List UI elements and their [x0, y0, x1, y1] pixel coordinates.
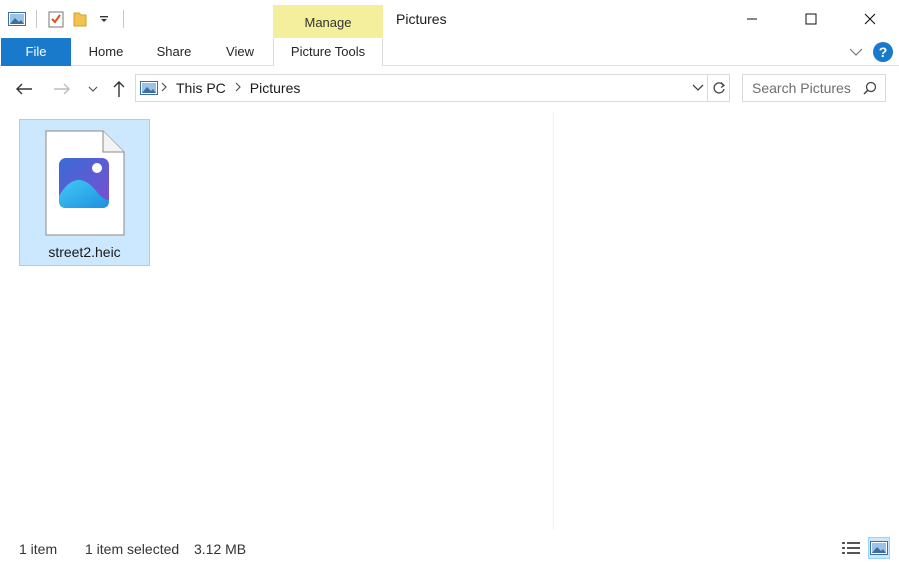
large-icons-view-button[interactable] — [868, 537, 890, 559]
search-box[interactable] — [742, 74, 886, 102]
breadcrumb-chevron-icon[interactable] — [160, 81, 168, 95]
pictures-location-icon — [140, 81, 158, 95]
window-controls — [722, 0, 899, 38]
refresh-icon — [712, 82, 725, 94]
tab-share[interactable]: Share — [146, 38, 202, 66]
file-item[interactable]: street2.heic — [19, 119, 150, 266]
help-icon[interactable]: ? — [873, 42, 893, 62]
status-selection: 1 item selected — [85, 541, 180, 557]
pictures-folder-icon[interactable] — [8, 10, 26, 28]
new-folder-icon[interactable] — [71, 10, 89, 28]
title-bar: Manage Pictures — [0, 0, 899, 38]
refresh-button[interactable] — [708, 74, 730, 102]
window-title: Pictures — [396, 11, 447, 27]
details-view-icon — [842, 542, 860, 554]
address-bar[interactable]: This PC Pictures — [135, 74, 708, 102]
maximize-icon — [805, 13, 816, 25]
status-item-count: 1 item — [19, 541, 58, 557]
status-bar: 1 item 1 item selected 3.12 MB — [0, 531, 899, 564]
address-history-dropdown-icon[interactable] — [688, 74, 708, 102]
tab-home[interactable]: Home — [76, 38, 136, 66]
breadcrumb-pictures[interactable]: Pictures — [250, 80, 301, 96]
status-size: 3.12 MB — [194, 541, 247, 557]
maximize-button[interactable] — [781, 0, 840, 38]
ribbon-right-controls: ? — [849, 42, 893, 62]
tab-picture-tools[interactable]: Picture Tools — [273, 38, 383, 66]
tab-view[interactable]: View — [214, 38, 266, 66]
breadcrumb-this-pc[interactable]: This PC — [176, 80, 226, 96]
close-icon — [864, 13, 875, 25]
manage-context-tab[interactable]: Manage — [273, 5, 383, 38]
close-button[interactable] — [840, 0, 899, 38]
quick-access-toolbar — [8, 9, 128, 29]
qat-separator — [123, 10, 124, 28]
recent-dropdown-icon[interactable] — [84, 79, 102, 99]
large-icons-view-icon — [870, 541, 888, 555]
minimize-button[interactable] — [722, 0, 781, 38]
heic-image-file-icon — [45, 130, 125, 239]
customize-dropdown-icon[interactable] — [95, 10, 113, 28]
expand-ribbon-chevron-icon[interactable] — [849, 45, 863, 60]
ribbon-tabs: File Home Share View Picture Tools ? — [0, 38, 899, 66]
details-view-button[interactable] — [840, 537, 862, 559]
up-arrow-icon[interactable] — [109, 79, 129, 99]
breadcrumb-chevron-icon[interactable] — [234, 81, 242, 95]
search-icon[interactable] — [863, 81, 877, 98]
file-name: street2.heic — [48, 244, 121, 260]
search-input[interactable] — [752, 80, 860, 96]
properties-check-icon[interactable] — [47, 10, 65, 28]
qat-separator — [36, 10, 37, 28]
back-arrow-icon[interactable] — [14, 79, 34, 99]
forward-arrow-icon[interactable] — [52, 79, 72, 99]
tab-file[interactable]: File — [1, 38, 71, 66]
details-pane-divider — [553, 112, 554, 530]
minimize-icon — [746, 18, 757, 20]
